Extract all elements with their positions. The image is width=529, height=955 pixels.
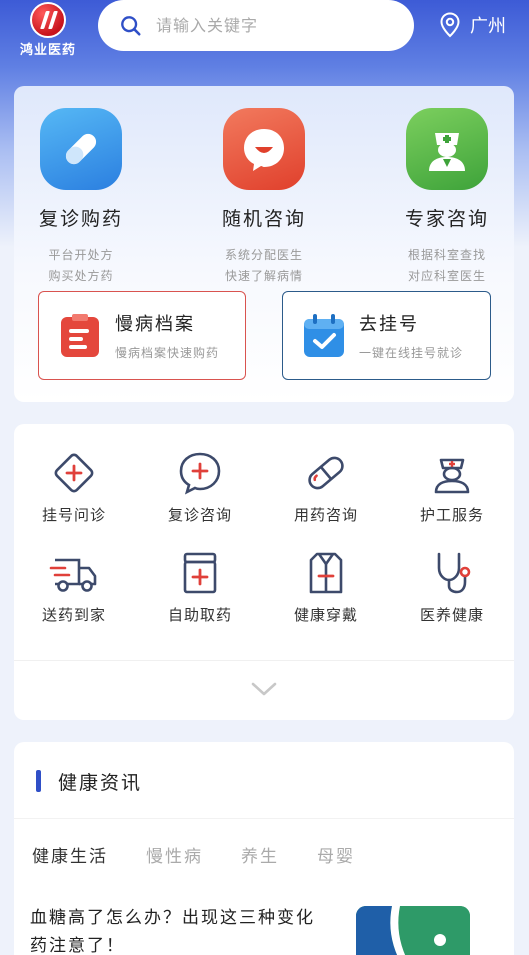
pill-icon: [40, 108, 122, 190]
article-title[interactable]: 血糖高了怎么办？出现这三种变化药注意了！: [30, 904, 320, 955]
location-label: 广州: [470, 16, 506, 37]
chat-plus-icon: [179, 452, 221, 495]
grid-item-followup[interactable]: 复诊咨询: [140, 450, 260, 525]
truck-icon: [49, 558, 97, 592]
service-title: 随机咨询: [221, 208, 306, 230]
box-subtitle: 慢病档案快速购药: [115, 346, 220, 360]
grid-label: 复诊咨询: [167, 506, 232, 524]
grid-label: 挂号问诊: [41, 506, 106, 524]
feature-grid-card: 挂号问诊 复诊咨询 用药咨询 护工服务 送药到家 自助取药 健康穿戴 医养健康: [14, 424, 514, 720]
service-sub-line-2: 快速了解病情: [224, 269, 303, 283]
header: 鸿业医药 广州: [0, 0, 529, 72]
tab-chronic-disease[interactable]: 慢性病: [146, 842, 203, 867]
main-services-card: 复诊购药 平台开处方 购买处方药 随机咨询 系统分配医生 快速了解病情 专家咨询…: [14, 86, 514, 402]
stethoscope-icon: [437, 552, 471, 594]
grid-divider: [14, 660, 514, 661]
section-title: 健康资讯: [58, 772, 143, 794]
service-subtitle: 平台开处方 购买处方药: [6, 245, 156, 287]
grid-item-nursing[interactable]: 护工服务: [392, 450, 512, 525]
service-sub-line-1: 平台开处方: [48, 248, 114, 262]
grid-label: 健康穿戴: [293, 606, 358, 624]
search-input[interactable]: [156, 16, 386, 35]
box-subtitle: 一键在线挂号就诊: [359, 346, 464, 360]
medicine-box-icon: [183, 552, 217, 594]
clipboard-icon: [61, 313, 99, 357]
doctor-icon: [406, 108, 488, 190]
box-title: 去挂号: [359, 314, 419, 335]
article-thumbnail-image: [356, 906, 470, 955]
tab-wellness[interactable]: 养生: [241, 842, 279, 867]
section-accent-bar: [36, 770, 41, 792]
service-sub-line-1: 系统分配医生: [224, 248, 303, 262]
grid-label: 用药咨询: [293, 506, 358, 524]
service-subtitle: 系统分配医生 快速了解病情: [189, 245, 339, 287]
nurse-icon: [434, 458, 470, 494]
service-title: 复诊购药: [38, 208, 123, 230]
grid-label: 医养健康: [419, 606, 484, 624]
service-sub-line-2: 购买处方药: [48, 269, 114, 283]
health-news-card: 健康资讯 健康生活 慢性病 养生 母婴 血糖高了怎么办？出现这三种变化药注意了！: [14, 742, 514, 955]
tab-maternal-infant[interactable]: 母婴: [317, 842, 355, 867]
grid-label: 送药到家: [41, 606, 106, 624]
section-divider: [14, 818, 514, 819]
search-icon: [121, 15, 141, 36]
service-sub-line-2: 对应科室医生: [407, 269, 486, 283]
service-random-consult[interactable]: 随机咨询 系统分配医生 快速了解病情: [189, 108, 339, 287]
logo-text: 鸿业医药: [19, 43, 76, 58]
service-sub-line-1: 根据科室查找: [407, 248, 486, 262]
grid-item-self-pickup[interactable]: 自助取药: [140, 550, 260, 625]
box-title: 慢病档案: [115, 314, 195, 335]
service-subtitle: 根据科室查找 对应科室医生: [372, 245, 522, 287]
location-pin-icon: [440, 12, 460, 38]
grid-item-elderly-care[interactable]: 医养健康: [392, 550, 512, 625]
service-title: 专家咨询: [404, 208, 489, 230]
search-bar[interactable]: [98, 0, 414, 51]
diamond-plus-icon: [54, 453, 94, 493]
registration-button[interactable]: 去挂号 一键在线挂号就诊: [282, 291, 491, 380]
logo-mark-icon: [30, 2, 66, 38]
grid-item-delivery[interactable]: 送药到家: [14, 550, 134, 625]
capsule-icon: [308, 456, 344, 490]
grid-item-register[interactable]: 挂号问诊: [14, 450, 134, 525]
chevron-down-icon[interactable]: [250, 680, 278, 698]
app-logo[interactable]: 鸿业医药: [10, 2, 86, 58]
location-selector[interactable]: 广州: [440, 12, 506, 38]
calendar-check-icon: [304, 313, 344, 357]
service-expert-consult[interactable]: 专家咨询 根据科室查找 对应科室医生: [372, 108, 522, 287]
news-tabs: 健康生活 慢性病 养生 母婴: [32, 842, 393, 874]
chat-bubble-icon: [223, 108, 305, 190]
article-thumbnail[interactable]: [356, 906, 470, 955]
tab-healthy-living[interactable]: 健康生活: [32, 842, 108, 874]
grid-item-wearable[interactable]: 健康穿戴: [266, 550, 386, 625]
wearable-icon: [309, 552, 343, 594]
grid-item-medication[interactable]: 用药咨询: [266, 450, 386, 525]
grid-label: 自助取药: [167, 606, 232, 624]
grid-label: 护工服务: [419, 506, 484, 524]
chronic-records-button[interactable]: 慢病档案 慢病档案快速购药: [38, 291, 246, 380]
service-refill-medicine[interactable]: 复诊购药 平台开处方 购买处方药: [6, 108, 156, 287]
